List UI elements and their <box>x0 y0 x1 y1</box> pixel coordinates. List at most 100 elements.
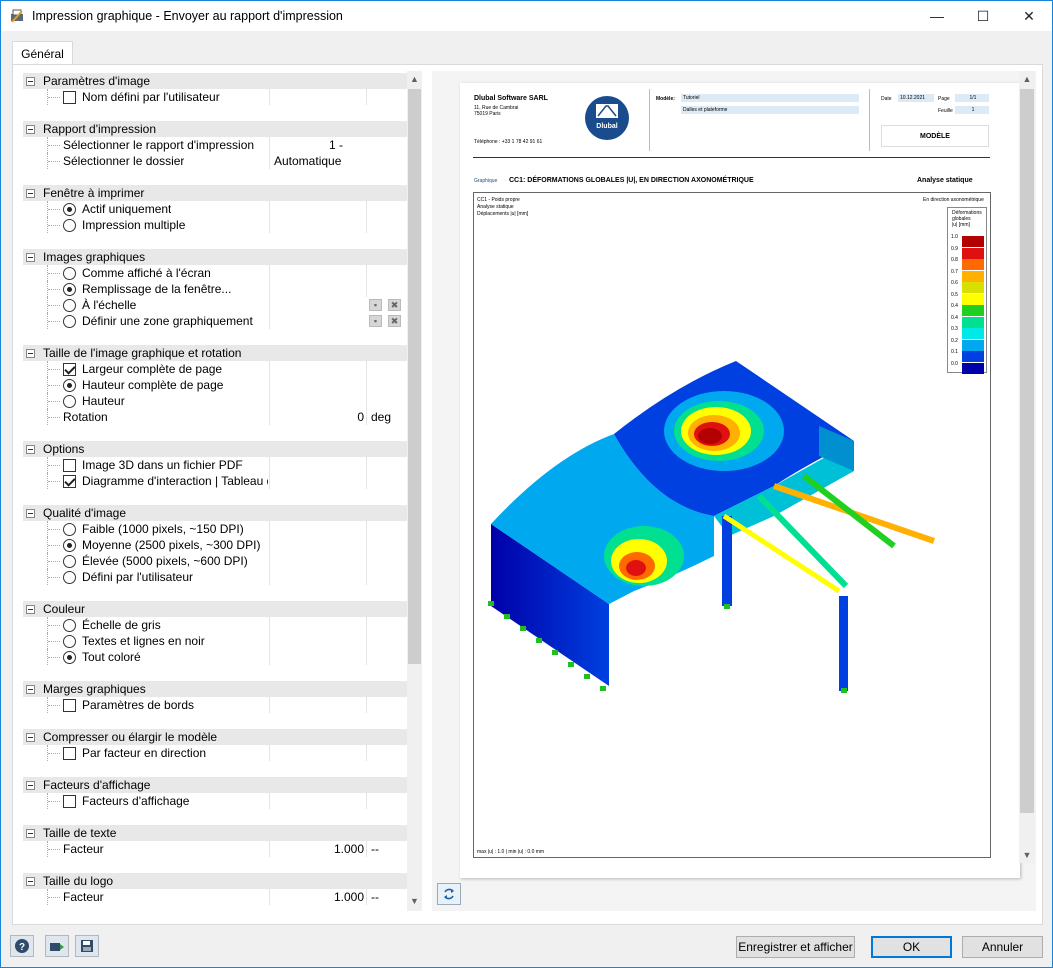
tree-item[interactable]: Rotation 0 deg <box>23 409 407 425</box>
tree-item[interactable]: Nom défini par l'utilisateur <box>23 89 407 105</box>
collapse-icon[interactable] <box>26 605 35 614</box>
group-image-quality[interactable]: Qualité d'image <box>23 505 407 521</box>
tree-item[interactable]: Facteurs d'affichage <box>23 793 407 809</box>
collapse-icon[interactable] <box>26 509 35 518</box>
radio-button[interactable] <box>63 395 76 408</box>
checkbox[interactable] <box>63 91 76 104</box>
checkbox[interactable] <box>63 795 76 808</box>
select-area-icon[interactable]: ▪ <box>369 315 382 327</box>
tree-item[interactable]: Paramètres de bords <box>23 697 407 713</box>
radio-button[interactable] <box>63 267 76 280</box>
radio-button[interactable] <box>63 619 76 632</box>
group-graphic-margins[interactable]: Marges graphiques <box>23 681 407 697</box>
tree-item[interactable]: Remplissage de la fenêtre... <box>23 281 407 297</box>
radio-button[interactable] <box>63 523 76 536</box>
tree-item[interactable]: Image 3D dans un fichier PDF <box>23 457 407 473</box>
group-image-size[interactable]: Taille de l'image graphique et rotation <box>23 345 407 361</box>
group-display-factors[interactable]: Facteurs d'affichage <box>23 777 407 793</box>
edit-scale-icon[interactable]: ▪ <box>369 299 382 311</box>
radio-button[interactable] <box>63 555 76 568</box>
radio-button[interactable] <box>63 635 76 648</box>
collapse-icon[interactable] <box>26 189 35 198</box>
tree-item[interactable]: Impression multiple <box>23 217 407 233</box>
tree-item[interactable]: À l'échelle ▪ ✖ <box>23 297 407 313</box>
scroll-up-icon[interactable]: ▲ <box>407 71 422 87</box>
collapse-icon[interactable] <box>26 125 35 134</box>
tree-item[interactable]: Sélectionner le dossier Automatique <box>23 153 407 169</box>
cancel-button[interactable]: Annuler <box>962 936 1043 958</box>
group-graphic-images[interactable]: Images graphiques <box>23 249 407 265</box>
save-settings-button[interactable] <box>75 935 99 957</box>
tree-item[interactable]: Hauteur complète de page <box>23 377 407 393</box>
group-print-report[interactable]: Rapport d'impression <box>23 121 407 137</box>
tree-item[interactable]: Textes et lignes en noir <box>23 633 407 649</box>
tree-item[interactable]: Facteur 1.000 -- <box>23 841 407 857</box>
radio-button[interactable] <box>63 539 76 552</box>
tree-item[interactable]: Largeur complète de page <box>23 361 407 377</box>
report-select-value[interactable]: 1 - <box>243 138 343 152</box>
radio-button[interactable] <box>63 219 76 232</box>
checkbox[interactable] <box>63 747 76 760</box>
tree-item[interactable]: Échelle de gris <box>23 617 407 633</box>
preview-scrollbar[interactable]: ▲ ▼ <box>1019 71 1035 863</box>
group-color[interactable]: Couleur <box>23 601 407 617</box>
tree-item[interactable]: Actif uniquement <box>23 201 407 217</box>
tree-item[interactable]: Hauteur <box>23 393 407 409</box>
checkbox[interactable] <box>63 363 76 376</box>
radio-button[interactable] <box>63 283 76 296</box>
scroll-up-icon[interactable]: ▲ <box>1019 71 1035 87</box>
tree-item[interactable]: Moyenne (2500 pixels, ~300 DPI) <box>23 537 407 553</box>
tree-item[interactable]: Tout coloré <box>23 649 407 665</box>
group-window-print[interactable]: Fenêtre à imprimer <box>23 185 407 201</box>
logo-factor-value[interactable]: 1.000 <box>268 890 364 904</box>
scroll-down-icon[interactable]: ▼ <box>1019 847 1035 863</box>
tree-item[interactable]: Défini par l'utilisateur <box>23 569 407 585</box>
tree-item[interactable]: Faible (1000 pixels, ~150 DPI) <box>23 521 407 537</box>
minimize-button[interactable]: — <box>914 1 960 31</box>
scroll-thumb[interactable] <box>1020 89 1034 813</box>
collapse-icon[interactable] <box>26 685 35 694</box>
close-button[interactable]: ✕ <box>1006 1 1052 31</box>
model-view-button[interactable] <box>45 935 69 957</box>
group-image-params[interactable]: Paramètres d'image <box>23 73 407 89</box>
folder-select-value[interactable]: Automatique <box>274 154 370 168</box>
group-text-size[interactable]: Taille de texte <box>23 825 407 841</box>
collapse-icon[interactable] <box>26 877 35 886</box>
collapse-icon[interactable] <box>26 733 35 742</box>
tree-item[interactable]: Sélectionner le rapport d'impression 1 - <box>23 137 407 153</box>
save-and-show-button[interactable]: Enregistrer et afficher <box>736 936 855 958</box>
text-factor-value[interactable]: 1.000 <box>268 842 364 856</box>
tree-item[interactable]: Définir une zone graphiquement ▪ ✖ <box>23 313 407 329</box>
collapse-icon[interactable] <box>26 253 35 262</box>
radio-button[interactable] <box>63 651 76 664</box>
ok-button[interactable]: OK <box>871 936 952 958</box>
collapse-icon[interactable] <box>26 781 35 790</box>
scroll-thumb[interactable] <box>408 89 421 664</box>
checkbox[interactable] <box>63 475 76 488</box>
radio-button[interactable] <box>63 203 76 216</box>
group-options[interactable]: Options <box>23 441 407 457</box>
radio-button[interactable] <box>63 299 76 312</box>
group-compress-model[interactable]: Compresser ou élargir le modèle <box>23 729 407 745</box>
rotation-value[interactable]: 0 <box>268 410 364 424</box>
checkbox[interactable] <box>63 699 76 712</box>
radio-button[interactable] <box>63 315 76 328</box>
checkbox[interactable] <box>63 459 76 472</box>
tab-general[interactable]: Général <box>12 41 73 65</box>
tree-item[interactable]: Facteur 1.000 -- <box>23 889 407 905</box>
clear-icon[interactable]: ✖ <box>388 299 401 311</box>
radio-button[interactable] <box>63 379 76 392</box>
tree-item[interactable]: Élevée (5000 pixels, ~600 DPI) <box>23 553 407 569</box>
refresh-button[interactable] <box>437 883 461 905</box>
tree-item[interactable]: Comme affiché à l'écran <box>23 265 407 281</box>
group-logo-size[interactable]: Taille du logo <box>23 873 407 889</box>
maximize-button[interactable]: ☐ <box>960 1 1006 31</box>
tree-item[interactable]: Diagramme d'interaction | Tableau d <box>23 473 407 489</box>
scroll-down-icon[interactable]: ▼ <box>407 893 422 909</box>
radio-button[interactable] <box>63 571 76 584</box>
collapse-icon[interactable] <box>26 445 35 454</box>
tree-scrollbar[interactable]: ▲ ▼ <box>407 71 422 911</box>
collapse-icon[interactable] <box>26 829 35 838</box>
clear-icon[interactable]: ✖ <box>388 315 401 327</box>
help-button[interactable]: ? <box>10 935 34 957</box>
